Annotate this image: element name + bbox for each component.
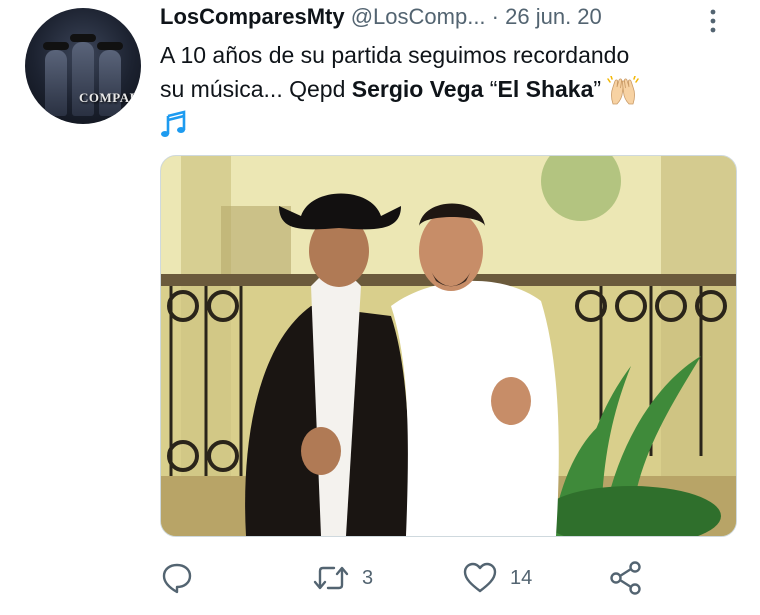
tweet-text-line-2: su música... Qepd Sergio Vega “El Shaka” [160, 72, 735, 106]
tweet-text: A 10 años de su partida seguimos recorda… [160, 38, 735, 140]
retweet-action[interactable]: 3 [312, 558, 373, 598]
share-action[interactable] [608, 558, 644, 598]
tweet-text-name: Sergio Vega [351, 76, 484, 102]
more-vertical-icon[interactable] [706, 8, 720, 34]
avatar-hat-left [43, 42, 69, 50]
heart-icon[interactable] [462, 561, 498, 595]
musical-notes-emoji [161, 110, 186, 137]
like-action[interactable]: 14 [462, 558, 532, 598]
reply-icon[interactable] [160, 561, 194, 595]
raising-hands-emoji [607, 75, 640, 105]
avatar-hat-center [70, 34, 96, 42]
tweet-text-line-2-start: su música... Qepd [160, 76, 352, 102]
avatar-figure-left [45, 50, 67, 116]
tweet-actions: 3 14 [160, 558, 740, 598]
tweet-text-line-1: A 10 años de su partida seguimos recorda… [160, 42, 630, 68]
tweet-photo[interactable] [160, 155, 737, 537]
retweet-count: 3 [362, 566, 374, 589]
handle[interactable]: @LosComp... [351, 4, 486, 29]
avatar[interactable]: COMPARES [25, 8, 141, 124]
header-separator: · [491, 4, 499, 29]
tweet-text-quote-close: ” [593, 76, 608, 102]
tweet-header: LosComparesMty @LosComp... · 26 jun. 20 [160, 4, 730, 34]
display-name[interactable]: LosComparesMty [160, 4, 345, 29]
avatar-hat-right [97, 42, 123, 50]
tweet-date[interactable]: 26 jun. 20 [505, 4, 602, 29]
share-icon[interactable] [608, 560, 644, 596]
like-count: 14 [510, 566, 533, 589]
tweet-text-quote-open: “ [483, 76, 498, 102]
tweet-text-line-3 [160, 106, 735, 140]
avatar-logo: COMPARES [79, 90, 141, 105]
reply-action[interactable] [160, 558, 194, 598]
retweet-icon[interactable] [312, 561, 350, 595]
tweet-text-nickname: El Shaka [497, 76, 594, 102]
avatar-figure-right [99, 50, 121, 116]
photo-illustration [161, 156, 736, 536]
